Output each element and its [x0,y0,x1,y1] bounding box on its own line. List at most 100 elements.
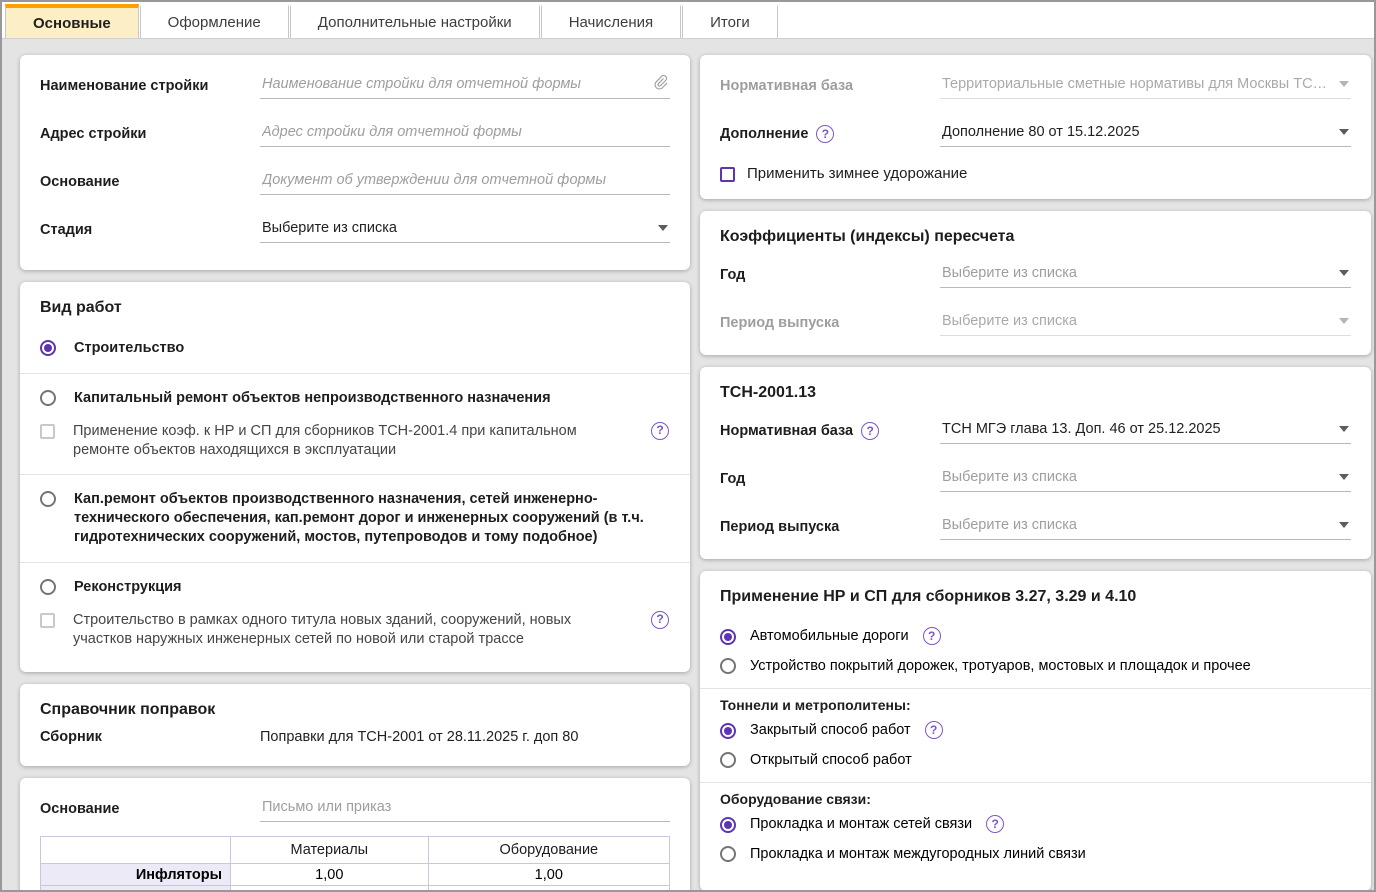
stage-label: Стадия [40,222,260,238]
checkbox-reconstruction-newtitle-label: Строительство в рамках одного титула нов… [73,611,633,649]
tab-main[interactable]: Основные [5,4,139,38]
supplement-label-text: Дополнение [720,126,808,142]
coef-year-select[interactable]: Выберите из списка [940,261,1351,288]
radio-icon[interactable] [720,629,736,645]
winter-markup-checkbox-row[interactable]: Применить зимнее удорожание [720,163,1351,182]
checkbox-reconstruction-newtitle: Строительство в рамках одного титула нов… [40,604,670,656]
indices-basis-input[interactable]: Письмо или приказ [260,795,670,822]
project-basis-label: Основание [40,174,260,190]
project-basis-placeholder: Документ об утверждении для отчетной фор… [262,172,668,188]
radio-roads-label: Автомобильные дороги [750,628,909,644]
tab-accruals[interactable]: Начисления [541,4,681,38]
supplement-select[interactable]: Дополнение 80 от 15.12.2025 [940,120,1351,147]
radio-icon[interactable] [40,579,56,595]
help-icon[interactable]: ? [925,721,943,739]
coef-period-placeholder: Выберите из списка [942,313,1327,329]
project-name-placeholder: Наименование стройки для отчетной формы [262,76,646,92]
radio-icon[interactable] [720,752,736,768]
tsn13-base-select[interactable]: ТСН МГЭ глава 13. Доп. 46 от 25.12.2025 [940,417,1351,444]
corrections-title: Справочник поправок [40,701,670,719]
radio-capital-repair-prod-label: Кап.ремонт объектов производственного на… [74,490,664,547]
help-icon[interactable]: ? [651,422,669,440]
divider [700,782,1371,783]
radio-capital-repair-prod[interactable]: Кап.ремонт объектов производственного на… [40,483,670,554]
indices-card: Основание Письмо или приказ Материалы Об… [20,778,690,892]
work-type-card: Вид работ Строительство Капитальный ремо… [20,282,690,672]
help-icon[interactable]: ? [816,125,834,143]
radio-icon[interactable] [720,723,736,739]
radio-icon[interactable] [720,658,736,674]
radio-open-method[interactable]: Открытый способ работ [720,745,1351,774]
checkbox-icon [40,424,55,439]
tab-additional-settings[interactable]: Дополнительные настройки [290,4,540,38]
radio-icon[interactable] [720,846,736,862]
radio-capital-repair-nonprod[interactable]: Капитальный ремонт объектов непроизводст… [40,382,670,415]
deflators-equipment-cell[interactable]: 1,00 [428,886,669,892]
supplement-value: Дополнение 80 от 15.12.2025 [942,124,1327,140]
tsn13-title: ТСН-2001.13 [720,384,1351,402]
normative-base-value: Территориальные сметные нормативы для Мо… [942,76,1327,92]
normative-base-card: Нормативная база Территориальные сметные… [700,55,1371,199]
coefficients-title: Коэффициенты (индексы) пересчета [720,228,1351,246]
radio-icon[interactable] [40,390,56,406]
link-icon[interactable] [652,74,668,94]
radio-comm-longdistance[interactable]: Прокладка и монтаж междугородных линий с… [720,839,1351,874]
help-icon[interactable]: ? [986,815,1004,833]
stage-value: Выберите из списка [262,220,646,236]
radio-closed-method[interactable]: Закрытый способ работ ? [720,715,1351,745]
supplement-label: Дополнение ? [720,125,940,143]
radio-comm-longdistance-label: Прокладка и монтаж междугородных линий с… [750,846,1086,862]
tsn13-base-value: ТСН МГЭ глава 13. Доп. 46 от 25.12.2025 [942,421,1327,437]
radio-icon[interactable] [720,817,736,833]
tsn13-period-label: Период выпуска [720,519,940,535]
table-header-materials: Материалы [231,837,429,864]
inflators-equipment-cell[interactable]: 1,00 [428,864,669,886]
coef-year-label: Год [720,267,940,283]
divider [700,688,1371,689]
row-label: Дефляторы [41,886,231,892]
divider [20,474,690,475]
radio-comm-networks[interactable]: Прокладка и монтаж сетей связи ? [720,809,1351,839]
project-address-placeholder: Адрес стройки для отчетной формы [262,124,668,140]
chevron-down-icon [1339,522,1349,528]
help-icon[interactable]: ? [923,627,941,645]
project-name-input[interactable]: Наименование стройки для отчетной формы [260,72,670,99]
project-name-label: Наименование стройки [40,78,260,94]
checkbox-icon[interactable] [720,167,735,182]
radio-reconstruction[interactable]: Реконструкция [40,571,670,604]
deflators-materials-cell[interactable]: 1,00 [231,886,429,892]
help-icon[interactable]: ? [861,422,879,440]
tsn13-base-label-text: Нормативная база [720,423,853,439]
normative-base-label: Нормативная база [720,78,940,94]
radio-roads[interactable]: Автомобильные дороги ? [720,621,1351,651]
nr-sp-title: Применение НР и СП для сборников 3.27, 3… [720,588,1351,606]
settings-window: Основные Оформление Дополнительные настр… [0,0,1376,892]
indices-basis-label: Основание [40,801,260,817]
tab-totals[interactable]: Итоги [682,4,778,38]
tsn13-year-placeholder: Выберите из списка [942,469,1327,485]
radio-comm-networks-label: Прокладка и монтаж сетей связи [750,816,972,832]
table-header-row: Материалы Оборудование [41,837,670,864]
project-address-input[interactable]: Адрес стройки для отчетной формы [260,120,670,147]
checkbox-capital-repair-coef: Применение коэф. к НР и СП для сборников… [40,415,670,467]
tsn13-year-select[interactable]: Выберите из списка [940,465,1351,492]
coef-period-label: Период выпуска [720,315,940,331]
stage-select[interactable]: Выберите из списка [260,216,670,243]
winter-markup-label: Применить зимнее удорожание [747,165,967,182]
tab-design[interactable]: Оформление [140,4,289,38]
divider [20,373,690,374]
chevron-down-icon [1339,270,1349,276]
radio-construction[interactable]: Строительство [40,332,670,365]
tsn13-period-placeholder: Выберите из списка [942,517,1327,533]
tunnels-header: Тоннели и метрополитены: [720,697,1351,713]
tsn13-period-select[interactable]: Выберите из списка [940,513,1351,540]
table-header-equipment: Оборудование [428,837,669,864]
radio-icon[interactable] [40,340,56,356]
indices-basis-placeholder: Письмо или приказ [262,799,668,815]
inflators-materials-cell[interactable]: 1,00 [231,864,429,886]
main-content: Наименование стройки Наименование стройк… [2,39,1374,892]
radio-icon[interactable] [40,491,56,507]
help-icon[interactable]: ? [651,611,669,629]
radio-pavements[interactable]: Устройство покрытий дорожек, тротуаров, … [720,651,1351,680]
project-basis-input[interactable]: Документ об утверждении для отчетной фор… [260,168,670,195]
